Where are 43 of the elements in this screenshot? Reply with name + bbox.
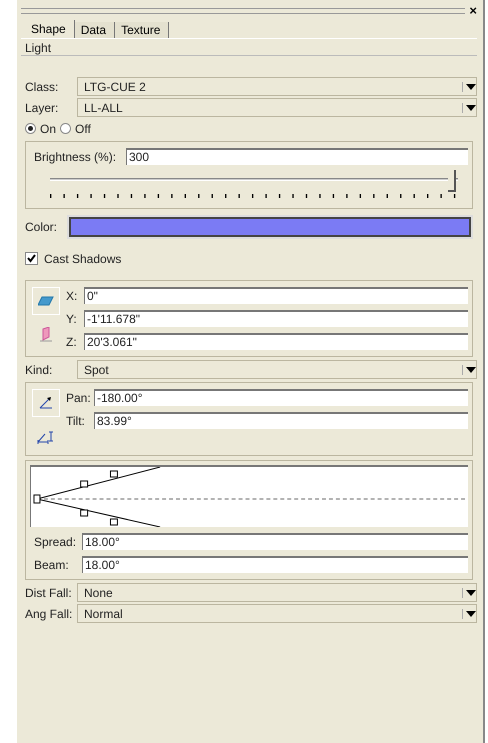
- field-label: Brightness (%):: [33, 150, 118, 164]
- field-label: Class:: [24, 80, 60, 94]
- dropdown[interactable]: Normal: [77, 604, 477, 623]
- field-label: Z:: [65, 334, 78, 348]
- input-field[interactable]: 300: [126, 148, 468, 165]
- field-label: Tilt:: [65, 414, 86, 428]
- input-field[interactable]: -1'11.678": [84, 310, 468, 327]
- check-icon: [27, 254, 36, 263]
- checkbox[interactable]: Cast Shadows: [21, 249, 477, 268]
- dropdown[interactable]: Spot: [77, 360, 477, 379]
- caret-icon: [462, 82, 476, 92]
- caret-icon: [462, 364, 476, 374]
- dropdown[interactable]: LL-ALL: [77, 98, 477, 117]
- input-field[interactable]: 0": [84, 287, 468, 304]
- plane-icon[interactable]: [32, 287, 60, 315]
- tab[interactable]: Texture: [115, 22, 170, 38]
- field-label: X:: [65, 288, 78, 302]
- field-label: Y:: [65, 312, 78, 326]
- field-label: Dist Fall:: [24, 586, 73, 600]
- input-field[interactable]: -180.00°: [94, 389, 468, 406]
- input-field[interactable]: 83.99°: [94, 412, 468, 429]
- radio-button[interactable]: Off: [60, 122, 91, 136]
- tab[interactable]: Data: [74, 22, 116, 38]
- field-label: Color:: [24, 220, 58, 234]
- close-button[interactable]: ×: [469, 4, 477, 16]
- input-field[interactable]: 18.00°: [82, 533, 468, 550]
- caret-icon: [462, 588, 476, 598]
- dropdown[interactable]: LTG-CUE 2: [77, 77, 477, 96]
- field-label: Pan:: [65, 390, 92, 404]
- object-type-label: Light: [21, 38, 477, 56]
- dropdown[interactable]: None: [77, 583, 477, 602]
- field-label: Beam:: [33, 558, 70, 572]
- field-label: Kind:: [24, 362, 54, 376]
- input-field[interactable]: 20'3.061": [84, 333, 468, 350]
- field-label: Spread:: [33, 534, 78, 548]
- field-label: Ang Fall:: [24, 606, 74, 620]
- color-swatch[interactable]: [69, 217, 471, 237]
- radio-button[interactable]: On: [25, 122, 56, 136]
- input-field[interactable]: 18.00°: [82, 556, 468, 573]
- field-label: Layer:: [24, 100, 60, 114]
- angle-icon[interactable]: [32, 389, 60, 417]
- caret-icon: [462, 102, 476, 112]
- caret-icon: [462, 608, 476, 618]
